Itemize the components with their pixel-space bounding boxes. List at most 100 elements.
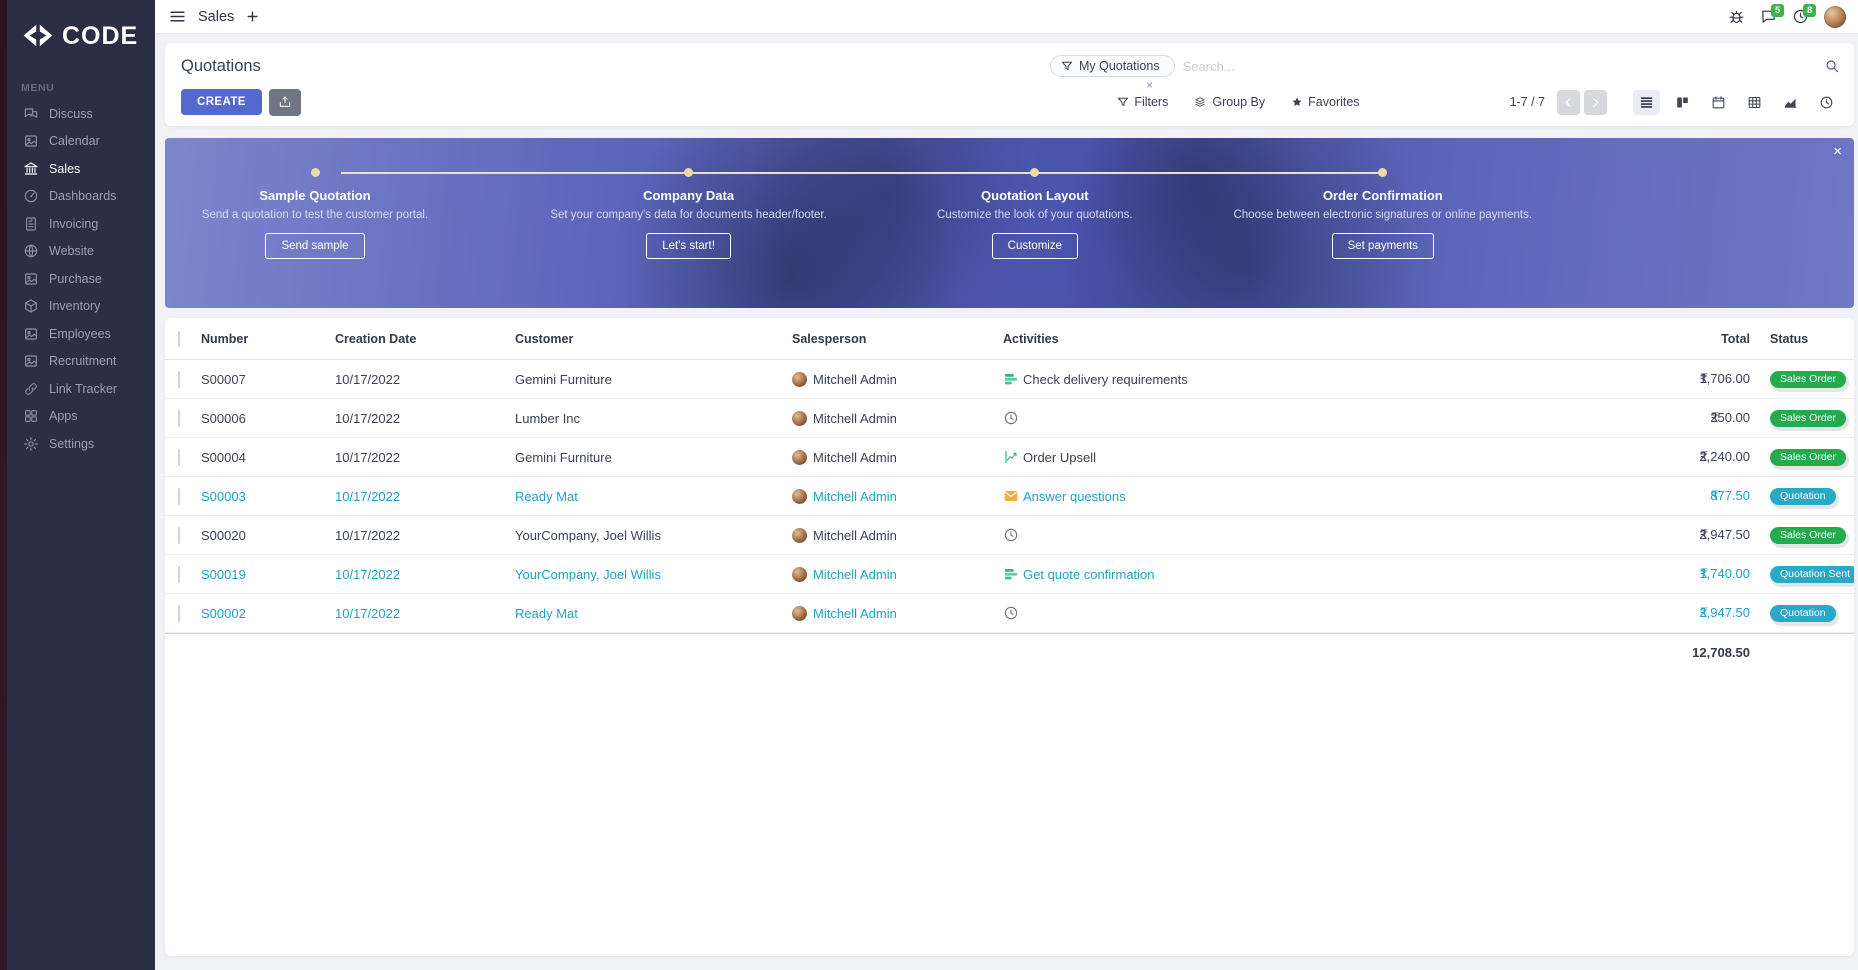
column-header-salesperson[interactable]: Salesperson: [792, 332, 1003, 346]
pager-next-button[interactable]: [1584, 90, 1607, 115]
cell-activity[interactable]: [1003, 410, 1455, 426]
debug-bug-icon[interactable]: [1728, 8, 1745, 25]
clock-icon: [1003, 410, 1019, 426]
step-action-button[interactable]: Send sample: [265, 233, 364, 259]
column-header-total[interactable]: Total: [1455, 332, 1750, 346]
sidebar-item-link-tracker[interactable]: Link Tracker: [7, 375, 155, 403]
table-row-s00006[interactable]: S00006 10/17/2022 Lumber Inc Mitchell Ad…: [165, 399, 1854, 438]
row-checkbox[interactable]: [178, 488, 180, 505]
hamburger-menu-icon[interactable]: [169, 8, 186, 25]
pager-prev-button[interactable]: [1557, 90, 1580, 115]
table-row-s00007[interactable]: S00007 10/17/2022 Gemini Furniture Mitch…: [165, 360, 1854, 399]
table-footer-row: 12,708.50: [165, 633, 1854, 671]
cell-total: ₹877.50: [1455, 488, 1750, 504]
table-row-s00004[interactable]: S00004 10/17/2022 Gemini Furniture Mitch…: [165, 438, 1854, 477]
search-input[interactable]: [1183, 59, 1816, 74]
user-avatar[interactable]: [1824, 6, 1846, 28]
app-thumb-icon: [23, 353, 39, 369]
export-icon: [278, 95, 292, 109]
table-row-s00019[interactable]: S00019 10/17/2022 YourCompany, Joel Will…: [165, 555, 1854, 594]
sidebar-item-employees[interactable]: Employees: [7, 320, 155, 348]
filters-button[interactable]: Filters: [1117, 95, 1168, 109]
activities-button[interactable]: 8: [1792, 8, 1809, 25]
cell-salesperson[interactable]: Mitchell Admin: [792, 411, 1003, 426]
table-row-s00003[interactable]: S00003 10/17/2022 Ready Mat Mitchell Adm…: [165, 477, 1854, 516]
sidebar-item-dashboards[interactable]: Dashboards: [7, 183, 155, 211]
create-button[interactable]: CREATE: [181, 89, 262, 115]
website-icon: [23, 243, 39, 259]
column-header-status[interactable]: Status: [1750, 332, 1854, 346]
sidebar-item-calendar[interactable]: Calendar: [7, 128, 155, 156]
sidebar-item-discuss[interactable]: Discuss: [7, 100, 155, 128]
kanban-view-button[interactable]: [1669, 90, 1696, 115]
app-thumb-icon: [23, 326, 39, 342]
sidebar-item-apps[interactable]: Apps: [7, 403, 155, 431]
cell-salesperson[interactable]: Mitchell Admin: [792, 372, 1003, 387]
step-description: Choose between electronic signatures or …: [1233, 208, 1533, 223]
sidebar-menu: Discuss Calendar Sales Dashboards Invoic…: [7, 100, 155, 458]
row-checkbox[interactable]: [178, 449, 180, 466]
select-all-checkbox[interactable]: [178, 331, 180, 347]
cell-salesperson[interactable]: Mitchell Admin: [792, 606, 1003, 621]
add-tab-icon[interactable]: [246, 10, 259, 23]
column-header-customer[interactable]: Customer: [515, 332, 792, 346]
search-facet-chip[interactable]: My Quotations: [1050, 55, 1175, 77]
sidebar: CODE MENU Discuss Calendar Sales Dashboa…: [7, 0, 155, 970]
list-check-icon: [1003, 566, 1019, 582]
current-app-name[interactable]: Sales: [198, 9, 234, 25]
row-checkbox[interactable]: [178, 566, 180, 583]
onboarding-step-company-data: Company Data Set your company's data for…: [539, 138, 839, 259]
app-thumb-icon: [23, 271, 39, 287]
cell-salesperson[interactable]: Mitchell Admin: [792, 489, 1003, 504]
messages-button[interactable]: 5: [1760, 8, 1777, 25]
sidebar-item-invoicing[interactable]: Invoicing: [7, 210, 155, 238]
cell-activity[interactable]: Answer questions: [1003, 488, 1455, 504]
step-action-button[interactable]: Set payments: [1332, 233, 1434, 259]
table-row-s00002[interactable]: S00002 10/17/2022 Ready Mat Mitchell Adm…: [165, 594, 1854, 633]
step-description: Send a quotation to test the customer po…: [165, 208, 465, 223]
cell-salesperson[interactable]: Mitchell Admin: [792, 528, 1003, 543]
cell-activity[interactable]: Order Upsell: [1003, 449, 1455, 465]
search-icon[interactable]: [1824, 58, 1840, 74]
cell-salesperson[interactable]: Mitchell Admin: [792, 450, 1003, 465]
column-header-number[interactable]: Number: [201, 332, 335, 346]
cell-activity[interactable]: [1003, 527, 1455, 543]
cell-salesperson[interactable]: Mitchell Admin: [792, 567, 1003, 582]
search-bar: My Quotations ×: [1050, 55, 1840, 77]
list-view-button[interactable]: [1633, 90, 1660, 115]
facet-remove-icon[interactable]: ×: [1146, 79, 1153, 91]
table-row-s00020[interactable]: S00020 10/17/2022 YourCompany, Joel Will…: [165, 516, 1854, 555]
sidebar-item-recruitment[interactable]: Recruitment: [7, 348, 155, 376]
sidebar-item-sales[interactable]: Sales: [7, 155, 155, 183]
row-checkbox[interactable]: [178, 527, 180, 544]
app-logo[interactable]: CODE: [7, 0, 155, 56]
export-button[interactable]: [269, 89, 301, 116]
column-header-date[interactable]: Creation Date: [335, 332, 515, 346]
activity-view-icon: [1819, 95, 1834, 110]
row-checkbox[interactable]: [178, 410, 180, 427]
cell-activity[interactable]: Check delivery requirements: [1003, 371, 1455, 387]
group-by-button[interactable]: Group By: [1194, 95, 1265, 109]
row-checkbox[interactable]: [178, 605, 180, 622]
graph-view-button[interactable]: [1777, 90, 1804, 115]
cell-customer: YourCompany, Joel Willis: [515, 528, 792, 543]
sidebar-item-purchase[interactable]: Purchase: [7, 265, 155, 293]
column-header-activities[interactable]: Activities: [1003, 332, 1455, 346]
logo-text: CODE: [62, 22, 138, 51]
cell-activity[interactable]: [1003, 605, 1455, 621]
cell-creation-date: 10/17/2022: [335, 567, 515, 582]
pivot-view-button[interactable]: [1741, 90, 1768, 115]
activity-view-button[interactable]: [1813, 90, 1840, 115]
step-action-button[interactable]: Let's start!: [646, 233, 731, 259]
link-icon: [23, 381, 39, 397]
cell-activity[interactable]: Get quote confirmation: [1003, 566, 1455, 582]
sidebar-item-settings[interactable]: Settings: [7, 430, 155, 458]
banner-close-icon[interactable]: ×: [1833, 144, 1842, 159]
topbar: Sales 5 8: [155, 0, 1858, 33]
row-checkbox[interactable]: [178, 371, 180, 388]
sidebar-item-website[interactable]: Website: [7, 238, 155, 266]
calendar-view-button[interactable]: [1705, 90, 1732, 115]
sidebar-item-inventory[interactable]: Inventory: [7, 293, 155, 321]
step-action-button[interactable]: Customize: [992, 233, 1078, 259]
favorites-button[interactable]: Favorites: [1291, 95, 1359, 109]
